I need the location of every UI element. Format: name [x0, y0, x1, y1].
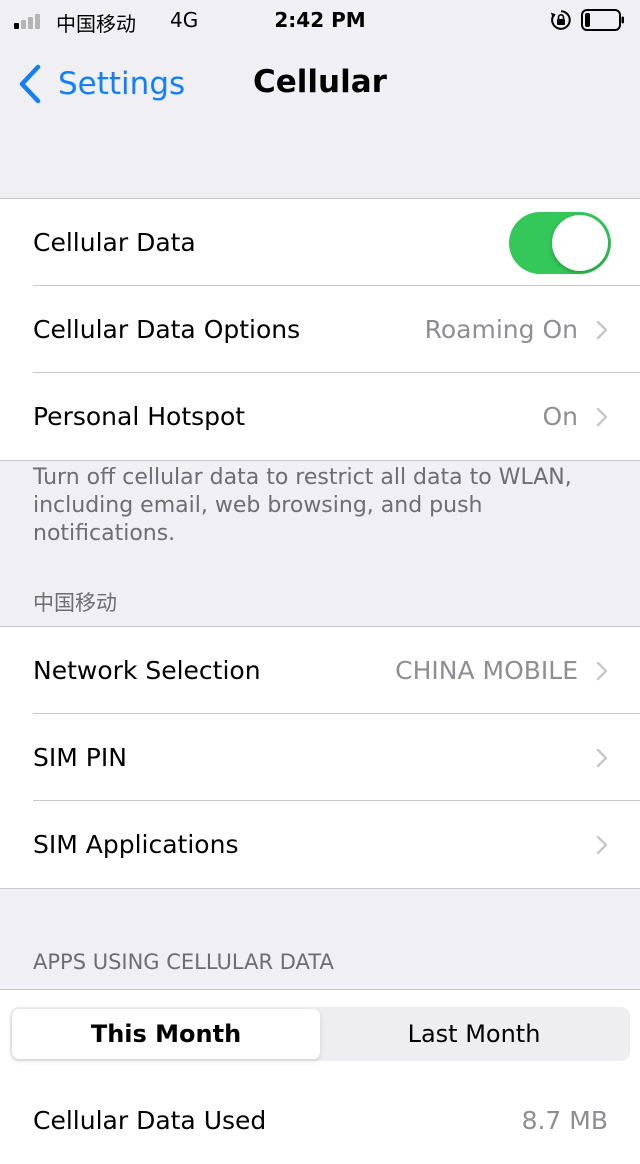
cellular-data-options-row[interactable]: Cellular Data Options Roaming On — [0, 285, 640, 373]
chevron-right-icon — [596, 748, 608, 767]
cellular-data-used-value: 8.7 MB — [521, 1106, 608, 1135]
cellular-data-footnote: Turn off cellular data to restrict all d… — [33, 465, 572, 546]
chevron-right-icon — [596, 661, 608, 680]
network-selection-row[interactable]: Network Selection CHINA MOBILE — [0, 627, 640, 714]
chevron-right-icon — [596, 407, 608, 426]
rotation-lock-icon — [550, 10, 571, 30]
navigation-bar: Settings Cellular — [0, 40, 640, 128]
chevron-right-icon — [596, 835, 608, 854]
status-bar: 中国移动 4G 2:42 PM — [0, 0, 640, 40]
carrier-group: Network Selection CHINA MOBILE SIM PIN S… — [0, 626, 640, 889]
sim-pin-label: SIM PIN — [33, 743, 127, 772]
battery-icon — [581, 9, 624, 31]
sim-applications-row[interactable]: SIM Applications — [0, 800, 640, 888]
cellular-data-row: Cellular Data — [0, 199, 640, 286]
cellular-data-options-label: Cellular Data Options — [33, 315, 301, 344]
cellular-data-label: Cellular Data — [33, 228, 196, 257]
sim-pin-row[interactable]: SIM PIN — [0, 713, 640, 801]
cellular-data-used-row: Cellular Data Used 8.7 MB — [0, 1077, 640, 1164]
carrier-section-header: 中国移动 — [33, 591, 117, 615]
segment-this-month[interactable]: This Month — [12, 1008, 320, 1059]
period-segmented-control: This Month Last Month — [10, 1006, 630, 1061]
cellular-data-group: Cellular Data Cellular Data Options Roam… — [0, 198, 640, 461]
toggle-knob — [552, 214, 608, 271]
segment-last-month[interactable]: Last Month — [320, 1009, 628, 1059]
personal-hotspot-label: Personal Hotspot — [33, 402, 246, 431]
network-selection-value: CHINA MOBILE — [395, 656, 578, 685]
page-title: Cellular — [253, 64, 387, 100]
sim-applications-label: SIM Applications — [33, 830, 239, 859]
cellular-data-options-value: Roaming On — [424, 315, 578, 344]
cellular-data-used-label: Cellular Data Used — [33, 1106, 267, 1135]
clock: 2:42 PM — [274, 8, 366, 32]
personal-hotspot-row[interactable]: Personal Hotspot On — [0, 372, 640, 460]
chevron-right-icon — [596, 320, 608, 339]
cellular-data-toggle[interactable] — [509, 211, 611, 274]
apps-data-group: This Month Last Month Cellular Data Used… — [0, 989, 640, 1164]
network-selection-label: Network Selection — [33, 656, 261, 685]
personal-hotspot-value: On — [542, 402, 578, 431]
apps-section-header: APPS USING CELLULAR DATA — [33, 950, 334, 974]
period-selector-wrap: This Month Last Month — [0, 990, 640, 1077]
